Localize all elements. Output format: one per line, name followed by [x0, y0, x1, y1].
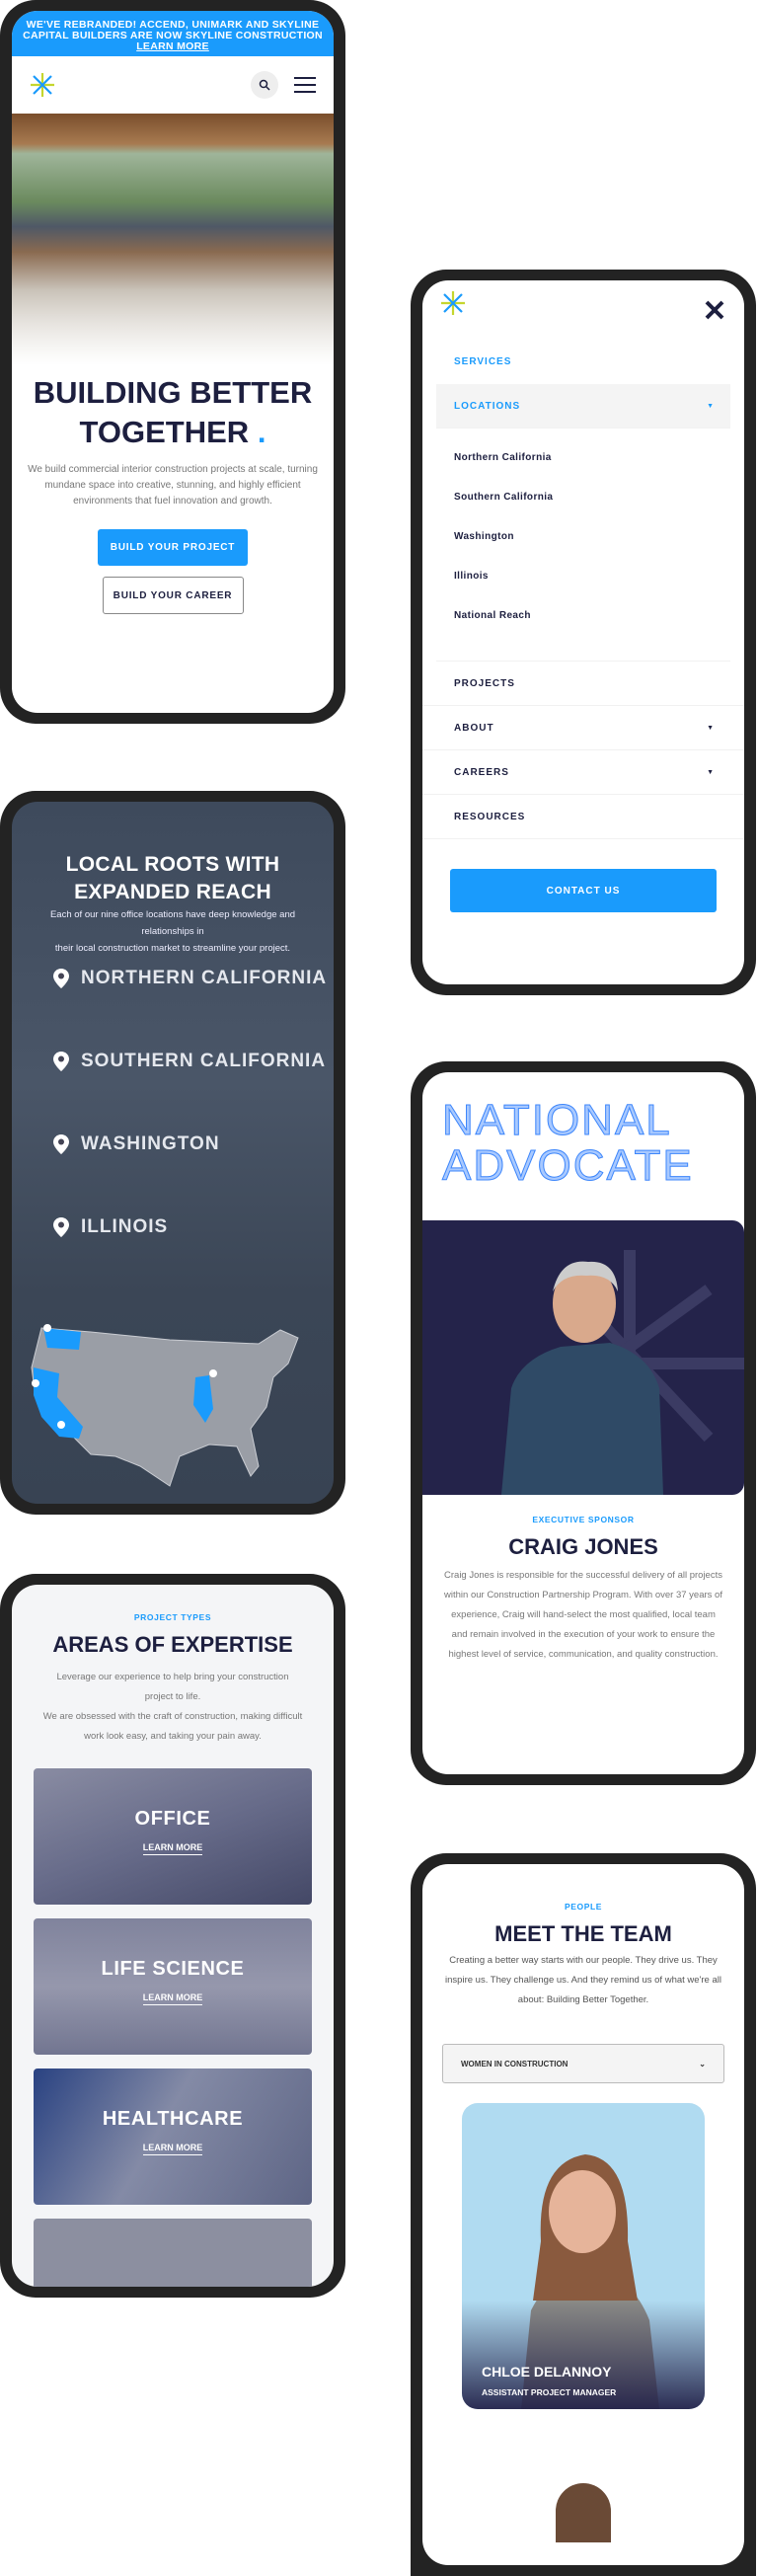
- sponsor-bio: Craig Jones is responsible for the succe…: [444, 1570, 722, 1660]
- menu-item-resources[interactable]: RESOURCES: [422, 795, 744, 839]
- menu-item-services[interactable]: SERVICES: [422, 340, 744, 384]
- logo-icon[interactable]: [30, 72, 55, 98]
- team-member-photo-partial: [556, 2483, 611, 2542]
- sponsor-portrait: [501, 1250, 744, 1495]
- team-title: MEET THE TEAM: [494, 1921, 672, 1946]
- learn-more-link[interactable]: LEARN MORE: [142, 1992, 203, 2005]
- phone-team: PEOPLE MEET THE TEAM Creating a better w…: [411, 1853, 756, 2576]
- phone-locations: LOCAL ROOTS WITH EXPANDED REACH Each of …: [0, 791, 345, 1515]
- team-member-name: CHLOE DELANNOY: [482, 2364, 612, 2380]
- hero-intro: We build commercial interior constructio…: [28, 464, 318, 507]
- site-header: [12, 56, 334, 114]
- banner-text: WE'VE REBRANDED! ACCEND, UNIMARK AND SKY…: [23, 19, 323, 41]
- search-icon: [259, 79, 270, 91]
- expertise-title: AREAS OF EXPERTISE: [52, 1632, 293, 1657]
- hero-title: BUILDING BETTER TOGETHER .: [33, 375, 313, 449]
- submenu-item-southern-california[interactable]: Southern California: [422, 478, 744, 517]
- location-item[interactable]: WASHINGTON: [12, 1103, 334, 1186]
- us-map-shape: [31, 1327, 299, 1487]
- people-label: PEOPLE: [564, 1902, 603, 1912]
- team-member-card[interactable]: CHLOE DELANNOY ASSISTANT PROJECT MANAGER: [462, 2103, 705, 2409]
- map-pin-icon: [53, 1217, 69, 1237]
- expertise-card-life-science[interactable]: LIFE SCIENCE LEARN MORE: [34, 1918, 312, 2055]
- hero-image: [12, 114, 334, 365]
- submenu-item-national-reach[interactable]: National Reach: [422, 596, 744, 636]
- us-map: [31, 1324, 299, 1487]
- learn-more-link[interactable]: LEARN MORE: [142, 2143, 203, 2155]
- team-text: Creating a better way starts with our pe…: [445, 1955, 721, 2005]
- executive-sponsor-label: EXECUTIVE SPONSOR: [532, 1515, 635, 1524]
- map-pin-icon: [43, 1324, 51, 1332]
- phone-expertise: PROJECT TYPES AREAS OF EXPERTISE Leverag…: [0, 1574, 345, 2298]
- expertise-text: Leverage our experience to help bring yo…: [42, 1672, 303, 1742]
- map-pin-icon: [209, 1369, 217, 1377]
- learn-more-link[interactable]: LEARN MORE: [142, 1842, 203, 1855]
- caret-down-icon: ▼: [707, 402, 715, 410]
- sponsor-photo: [422, 1220, 744, 1495]
- locations-list: NORTHERN CALIFORNIA SOUTHERN CALIFORNIA …: [12, 937, 334, 1269]
- locations-text: Each of our nine office locations have d…: [49, 909, 296, 954]
- banner-learn-more-link[interactable]: LEARN MORE: [136, 40, 209, 52]
- contact-us-button[interactable]: CONTACT US: [450, 869, 717, 912]
- locations-screen: LOCAL ROOTS WITH EXPANDED REACH Each of …: [12, 802, 334, 1504]
- expertise-card-partial[interactable]: [34, 2219, 312, 2287]
- submenu-item-illinois[interactable]: Illinois: [422, 557, 744, 596]
- phone-menu: SERVICES LOCATIONS ▼ Northern California …: [411, 270, 756, 995]
- map-pin-icon: [53, 1052, 69, 1071]
- caret-down-icon: ▼: [707, 768, 715, 776]
- sponsor-name: CRAIG JONES: [508, 1534, 658, 1559]
- logo-icon[interactable]: [440, 290, 466, 316]
- submenu-item-washington[interactable]: Washington: [422, 517, 744, 557]
- locations-title: LOCAL ROOTS WITH EXPANDED REACH: [65, 853, 280, 903]
- expertise-screen: PROJECT TYPES AREAS OF EXPERTISE Leverag…: [12, 1585, 334, 2287]
- menu-item-locations[interactable]: LOCATIONS ▼: [436, 384, 730, 429]
- map-pin-icon: [53, 969, 69, 988]
- build-your-project-button[interactable]: BUILD YOUR PROJECT: [98, 529, 248, 566]
- home-screen: WE'VE REBRANDED! ACCEND, UNIMARK AND SKY…: [12, 11, 334, 713]
- team-member-role: ASSISTANT PROJECT MANAGER: [482, 2387, 617, 2397]
- locations-submenu: Northern California Southern California …: [422, 438, 744, 636]
- caret-down-icon: ▼: [707, 724, 715, 732]
- expertise-card-healthcare[interactable]: HEALTHCARE LEARN MORE: [34, 2069, 312, 2205]
- rebrand-banner: WE'VE REBRANDED! ACCEND, UNIMARK AND SKY…: [12, 11, 334, 56]
- expertise-card-office[interactable]: OFFICE LEARN MORE: [34, 1768, 312, 1905]
- chevron-down-icon: ⌄: [699, 2059, 706, 2069]
- phone-home: WE'VE REBRANDED! ACCEND, UNIMARK AND SKY…: [0, 0, 345, 724]
- menu-item-about[interactable]: ABOUT ▼: [422, 706, 744, 750]
- map-pin-icon: [32, 1379, 39, 1387]
- project-types-label: PROJECT TYPES: [133, 1612, 212, 1622]
- map-pin-icon: [53, 1134, 69, 1154]
- phone-advocate: NATIONAL ADVOCATE EXECUTIVE SPONSOR CRAIG…: [411, 1061, 756, 1785]
- close-icon[interactable]: [705, 300, 724, 320]
- menu-item-projects[interactable]: PROJECTS: [422, 662, 744, 706]
- team-screen: PEOPLE MEET THE TEAM Creating a better w…: [422, 1864, 744, 2565]
- team-filter-select[interactable]: WOMEN IN CONSTRUCTION ⌄: [442, 2044, 724, 2083]
- location-item[interactable]: SOUTHERN CALIFORNIA: [12, 1020, 334, 1103]
- location-item[interactable]: ILLINOIS: [12, 1186, 334, 1269]
- menu-screen: SERVICES LOCATIONS ▼ Northern California …: [422, 280, 744, 984]
- build-your-career-button[interactable]: BUILD YOUR CAREER: [102, 577, 244, 614]
- advocate-screen: NATIONAL ADVOCATE EXECUTIVE SPONSOR CRAIG…: [422, 1072, 744, 1774]
- map-pin-icon: [57, 1421, 65, 1429]
- hamburger-menu-icon[interactable]: [294, 77, 316, 93]
- national-advocate-heading: NATIONAL ADVOCATE: [442, 1096, 694, 1190]
- search-button[interactable]: [251, 71, 278, 99]
- submenu-item-northern-california[interactable]: Northern California: [422, 438, 744, 478]
- menu-item-careers[interactable]: CAREERS ▼: [422, 750, 744, 795]
